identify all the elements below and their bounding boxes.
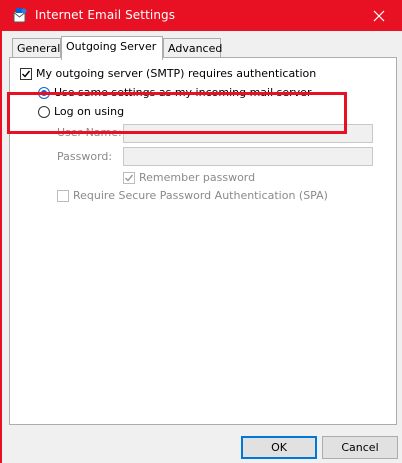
log-on-using-radio[interactable] bbox=[38, 105, 50, 118]
log-on-using-label: Log on using bbox=[54, 105, 125, 118]
tab-outgoing-server-label: Outgoing Server bbox=[66, 40, 157, 53]
remember-password-label: Remember password bbox=[139, 171, 256, 184]
use-same-settings-radio[interactable] bbox=[38, 86, 50, 99]
outgoing-server-panel: My outgoing server (SMTP) requires authe… bbox=[9, 57, 397, 425]
ok-button-label: OK bbox=[271, 441, 287, 454]
log-on-using-row[interactable]: Log on using bbox=[38, 105, 124, 118]
checkmark-icon bbox=[22, 70, 31, 78]
cancel-button[interactable]: Cancel bbox=[322, 436, 398, 459]
smtp-auth-row[interactable]: My outgoing server (SMTP) requires authe… bbox=[20, 67, 316, 80]
dialog-body: General Outgoing Server Advanced My outg… bbox=[2, 31, 402, 463]
password-label: Password: bbox=[57, 150, 113, 163]
spa-checkbox[interactable] bbox=[57, 189, 69, 202]
ok-button[interactable]: OK bbox=[241, 436, 317, 459]
username-label: User Name: bbox=[57, 126, 122, 139]
smtp-auth-label: My outgoing server (SMTP) requires authe… bbox=[36, 67, 317, 80]
checkmark-icon bbox=[125, 174, 134, 182]
use-same-settings-row[interactable]: Use same settings as my incoming mail se… bbox=[38, 86, 311, 99]
smtp-auth-checkbox[interactable] bbox=[20, 67, 32, 80]
username-field[interactable] bbox=[123, 124, 373, 143]
remember-password-checkbox[interactable] bbox=[123, 171, 135, 184]
cancel-button-label: Cancel bbox=[341, 441, 379, 454]
use-same-settings-label: Use same settings as my incoming mail se… bbox=[54, 86, 312, 99]
tab-general[interactable]: General bbox=[12, 38, 61, 58]
close-icon bbox=[373, 10, 385, 21]
tab-outgoing-server[interactable]: Outgoing Server bbox=[61, 36, 163, 60]
remember-password-row[interactable]: Remember password bbox=[123, 171, 255, 184]
tab-general-label: General bbox=[17, 42, 61, 55]
window-title: Internet Email Settings bbox=[35, 8, 176, 22]
envelope-icon bbox=[12, 7, 28, 23]
password-label-row: Password: bbox=[57, 150, 112, 163]
tab-advanced-label: Advanced bbox=[168, 42, 223, 55]
tab-advanced[interactable]: Advanced bbox=[163, 38, 223, 58]
title-bar: Internet Email Settings bbox=[2, 0, 402, 31]
username-label-row: User Name: bbox=[57, 126, 122, 139]
password-field[interactable] bbox=[123, 147, 373, 166]
spa-row[interactable]: Require Secure Password Authentication (… bbox=[57, 189, 328, 202]
spa-label: Require Secure Password Authentication (… bbox=[73, 189, 328, 202]
close-button[interactable] bbox=[356, 0, 402, 31]
